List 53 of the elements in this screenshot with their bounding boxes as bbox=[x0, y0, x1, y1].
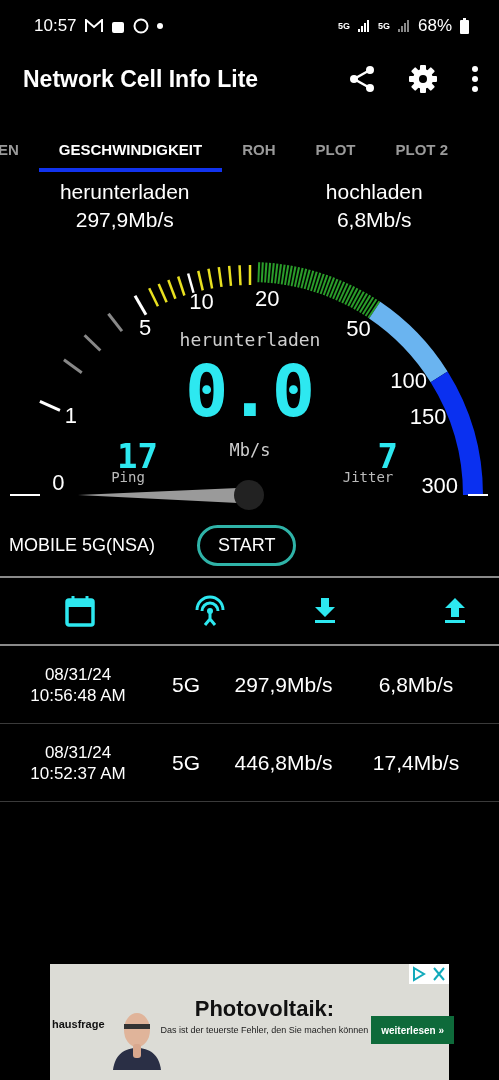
speed-value: 297,9Mb/s bbox=[75, 208, 174, 232]
scale-label: 150 bbox=[409, 403, 447, 429]
ad-choices-icon[interactable] bbox=[409, 964, 449, 984]
network-type: 5G bbox=[377, 21, 390, 31]
speed-label: herunterladen bbox=[59, 180, 190, 204]
connection-type: MOBILE 5G(NSA) bbox=[9, 534, 156, 556]
scale-label: 100 bbox=[390, 367, 427, 393]
more-icon[interactable] bbox=[471, 66, 479, 92]
scale-label: 0 bbox=[52, 469, 65, 495]
network-cell: 5G bbox=[172, 672, 200, 697]
tab[interactable]: ROH bbox=[222, 141, 296, 172]
jitter-label: Jitter bbox=[342, 469, 394, 485]
tab[interactable]: GESCHWINDIGKEIT bbox=[38, 141, 223, 172]
tab[interactable]: PLOT 2 bbox=[375, 141, 469, 172]
battery-percent: 68% bbox=[417, 16, 452, 36]
scale-label: 1 bbox=[64, 403, 78, 429]
mail-icon bbox=[84, 19, 103, 33]
download-icon bbox=[314, 598, 336, 624]
upload-icon bbox=[444, 598, 466, 624]
download-cell: 446,8Mb/s bbox=[234, 750, 333, 775]
upload-cell: 17,4Mb/s bbox=[372, 750, 460, 775]
network-type: 5G bbox=[337, 21, 350, 31]
start-button[interactable]: START bbox=[197, 524, 297, 566]
scale-label: 10 bbox=[189, 288, 214, 314]
download-cell: 297,9Mb/s bbox=[234, 672, 333, 697]
clock: 10:57 bbox=[34, 16, 77, 36]
date-time-cell: 08/31/24 10:52:37 AM bbox=[30, 741, 126, 784]
battery-icon bbox=[460, 18, 469, 34]
scale-label: 20 bbox=[255, 285, 280, 311]
app-title: Network Cell Info Lite bbox=[23, 65, 260, 93]
ad-text: Das ist der teuerste Fehler, den Sie machen können bbox=[160, 1025, 369, 1035]
speed-value: 6,8Mb/s bbox=[336, 208, 412, 232]
speed-label: hochladen bbox=[325, 180, 423, 204]
share-icon[interactable] bbox=[349, 65, 375, 93]
speed-readout: 0.0 bbox=[185, 349, 315, 433]
calendar-icon bbox=[65, 595, 95, 627]
scale-label: 5 bbox=[138, 315, 152, 341]
brand-logo: hausfrage bbox=[52, 1018, 105, 1030]
dot-icon bbox=[156, 23, 163, 29]
scale-label: 50 bbox=[346, 316, 371, 342]
network-cell: 5G bbox=[172, 750, 200, 775]
unit-label: Mb/s bbox=[229, 440, 271, 460]
ad-headline: Photovoltaik: bbox=[194, 996, 335, 1022]
upload-cell: 6,8Mb/s bbox=[378, 672, 454, 697]
scale-label: 300 bbox=[421, 473, 459, 499]
read-more-button[interactable]: weiterlesen » bbox=[371, 1016, 454, 1044]
signal-icon bbox=[357, 20, 370, 32]
date-time-cell: 08/31/24 10:56:48 AM bbox=[30, 663, 126, 706]
settings-icon[interactable] bbox=[409, 65, 437, 93]
signal-icon bbox=[397, 20, 410, 32]
tab[interactable]: PLOT bbox=[295, 141, 376, 172]
gauge-mode: herunterladen bbox=[179, 329, 321, 350]
antenna-icon bbox=[194, 595, 226, 627]
